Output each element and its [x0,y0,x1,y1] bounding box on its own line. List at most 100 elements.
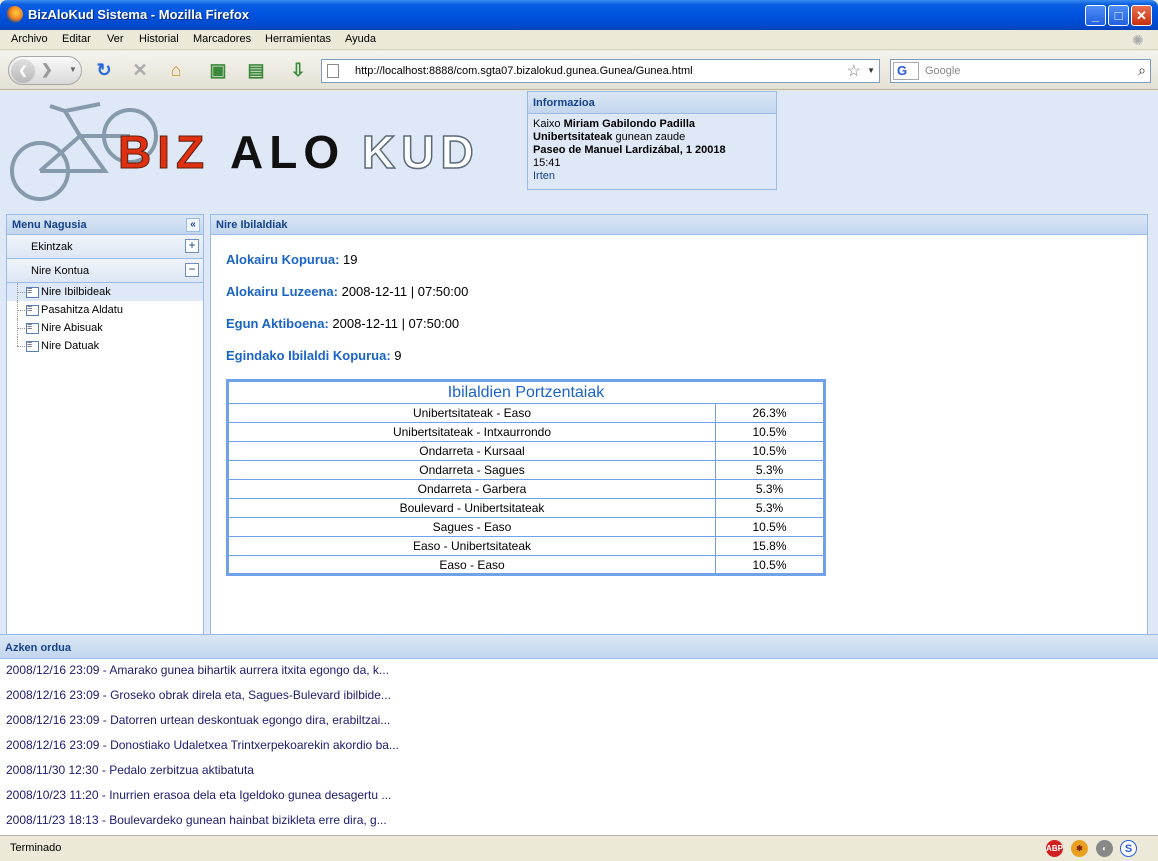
page-item-icon: ☰ [26,341,39,352]
throbber-icon: ✺ [1132,32,1144,48]
menu-ver[interactable]: Ver [107,33,124,45]
percentages-table-title: Ibilaldien Portzentaiak [227,380,825,404]
url-bar[interactable]: http://localhost:8888/com.sgta07.bizalok… [321,59,880,83]
news-panel: Azken ordua 2008/12/16 23:09 - Amarako g… [0,634,1158,835]
search-placeholder[interactable]: Google [925,65,960,77]
table-row: Unibertsitateak - Intxaurrondo 10.5% [227,422,825,442]
percent-cell: 15.8% [715,536,825,556]
percent-cell: 10.5% [715,422,825,442]
main-menu-title: Menu Nagusia [12,219,87,231]
adblock-icon[interactable]: ABP [1046,840,1063,857]
news-item[interactable]: 2008/10/23 11:20 - Inurrien erasoa dela … [6,788,391,802]
logout-link[interactable]: Irten [533,170,555,182]
route-cell: Boulevard - Unibertsitateak [227,498,716,518]
download-icon[interactable]: ⇩ [286,59,310,83]
back-icon[interactable]: ❮ [11,59,35,83]
svg-text:KUD: KUD [362,126,480,178]
reload-icon[interactable]: ↻ [92,59,116,83]
menu-herramientas[interactable]: Herramientas [265,33,331,45]
greeting: Kaixo [533,118,561,130]
table-row: Ondarreta - Kursaal 10.5% [227,441,825,461]
news-item[interactable]: 2008/11/23 18:13 - Boulevardeko gunean h… [6,813,387,827]
menu-item-label: Nire Ibilbideak [41,286,111,298]
percent-cell: 10.5% [715,517,825,537]
menu-item-label: Nire Datuak [41,340,100,352]
news-item[interactable]: 2008/12/16 23:09 - Amarako gunea biharti… [6,663,389,677]
route-cell: Easo - Easo [439,557,505,572]
stop-icon[interactable]: ✕ [128,59,152,83]
percent-cell: 10.5% [715,441,825,461]
menu-archivo[interactable]: Archivo [11,33,48,45]
url-dropdown-icon[interactable]: ▼ [867,66,875,75]
stat-label: Egindako Ibilaldi Kopurua: [226,348,391,363]
navigation-toolbar: ❮ ❯ ▼ ↻ ✕ ⌂ ▣ ▤ ⇩ http://localhost:8888/… [0,51,1158,90]
news-item[interactable]: 2008/11/30 12:30 - Pedalo zerbitzua akti… [6,763,254,777]
main-panel-title: Nire Ibilaldiak [211,215,1147,235]
menu-item-nire-abisuak[interactable]: ☰ Nire Abisuak [7,319,203,337]
svg-text:ALO: ALO [230,126,345,178]
section-nire-kontua-label: Nire Kontua [31,265,90,277]
firebug-icon[interactable]: ✱ [1071,840,1088,857]
info-panel-title: Informazioa [528,92,776,114]
collapse-menu-icon[interactable]: « [186,218,200,232]
location-name: Unibertsitateak [533,131,613,143]
news-item[interactable]: 2008/12/16 23:09 - Donostiako Udaletxea … [6,738,399,752]
new-window-icon[interactable]: ▣ [206,59,230,83]
collapse-icon[interactable]: − [185,263,199,277]
close-button[interactable]: ✕ [1131,5,1152,26]
news-item[interactable]: 2008/12/16 23:09 - Datorren urtean desko… [6,713,390,727]
page-item-icon: ☰ [26,287,39,298]
time: 15:41 [533,157,561,169]
url-text[interactable]: http://localhost:8888/com.sgta07.bizalok… [355,65,693,77]
skype-icon[interactable]: S [1120,840,1137,857]
news-item[interactable]: 2008/12/16 23:09 - Groseko obrak direla … [6,688,391,702]
stat-value: 19 [343,252,358,267]
percent-cell: 5.3% [715,498,825,518]
route-cell: Unibertsitateak - Intxaurrondo [227,422,716,442]
forward-icon[interactable]: ❯ [41,61,53,78]
section-ekintzak-label: Ekintzak [31,241,73,253]
address: Paseo de Manuel Lardizábal, 1 20018 [533,144,726,156]
bicycle-logo-icon: BIZ ALO KUD [10,102,480,201]
page-content: BIZ ALO KUD Informazioa Kaixo Miriam Gab… [0,91,1158,835]
bookmark-star-icon[interactable]: ☆ [847,61,861,81]
table-row: Easo - Unibertsitateak 15.8% [227,536,825,556]
history-dropdown-icon[interactable]: ▼ [69,65,77,74]
percent-cell: 26.3% [715,403,825,423]
stat-label: Alokairu Kopurua: [226,252,340,267]
section-ekintzak[interactable]: Ekintzak + [7,235,203,259]
home-icon[interactable]: ⌂ [164,59,188,83]
menu-item-pasahitza-aldatu[interactable]: ☰ Pasahitza Aldatu [7,301,203,319]
percent-cell: 10.5% [715,555,825,575]
search-engine-icon[interactable]: G [893,62,919,80]
menu-ayuda[interactable]: Ayuda [345,33,376,45]
table-row: Sagues - Easo 10.5% [227,517,825,537]
menu-editar[interactable]: Editar [62,33,91,45]
menu-item-nire-datuak[interactable]: ☰ Nire Datuak [7,337,203,355]
maximize-button[interactable]: □ [1108,5,1129,26]
table-row: Ondarreta - Sagues 5.3% [227,460,825,480]
section-nire-kontua[interactable]: Nire Kontua − [7,259,203,283]
percentages-table: Ibilaldien Portzentaiak Unibertsitateak … [226,379,826,576]
minimize-button[interactable]: _ [1085,5,1106,26]
search-bar[interactable]: G Google ⌕ [890,59,1151,83]
stat-value: 2008-12-11 | 07:50:00 [332,316,460,331]
page-item-icon: ☰ [26,323,39,334]
route-cell: Ondarreta - Garbera [227,479,716,499]
stat-longest-rental: Alokairu Luzeena: 2008-12-11 | 07:50:00 [226,284,468,299]
route-cell: Easo - Unibertsitateak [227,536,716,556]
stat-value: 2008-12-11 | 07:50:00 [341,284,469,299]
extension-icon[interactable]: ◐ [1096,840,1113,857]
menu-historial[interactable]: Historial [139,33,179,45]
new-tab-icon[interactable]: ▤ [244,59,268,83]
expand-icon[interactable]: + [185,239,199,253]
user-name: Miriam Gabilondo Padilla [563,118,696,130]
percent-cell: 5.3% [715,479,825,499]
news-panel-title: Azken ordua [0,635,1158,659]
search-icon[interactable]: ⌕ [1138,62,1146,79]
menu-marcadores[interactable]: Marcadores [193,33,251,45]
stat-rental-count: Alokairu Kopurua: 19 [226,252,358,267]
stat-label: Alokairu Luzeena: [226,284,338,299]
menu-item-nire-ibilbideak[interactable]: ☰ Nire Ibilbideak [7,283,203,301]
menu-item-label: Nire Abisuak [41,322,103,334]
